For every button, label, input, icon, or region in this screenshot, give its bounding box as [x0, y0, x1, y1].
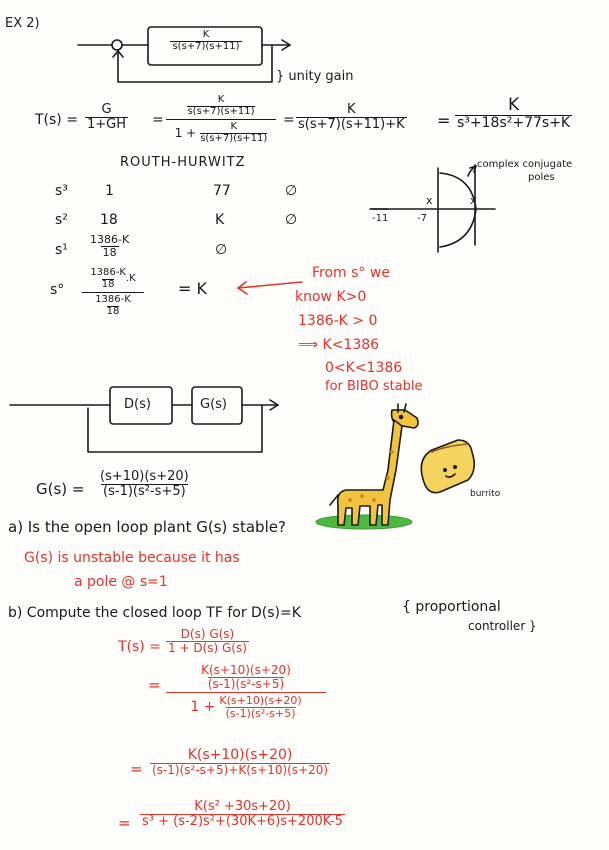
compound-top: K s(s+7)(s+11) [187, 94, 255, 117]
tf-final-num: K(s² +30s+20) [194, 799, 291, 814]
stability-note: 0<K<1386 [325, 360, 403, 376]
stability-note: ⟹ K<1386 [298, 337, 380, 353]
compound-bottom-prefix: 1 + [174, 125, 197, 140]
routh-cell: 18 [100, 212, 118, 228]
axis-tick-label: -11 [372, 213, 389, 224]
routh-s0-multiplier: .K [125, 272, 136, 284]
routh-s0-top-den: 18 [101, 278, 115, 290]
tf-general-num: D(s) G(s) [180, 627, 235, 641]
stability-note: From s° we [312, 265, 390, 281]
routh-cell: K [215, 212, 225, 228]
tf-bottom-prefix: 1 + [190, 698, 216, 715]
tf-final-fraction: K(s² +30s+20) s³ + (s-2)s²+(30K+6)s+200K… [140, 800, 345, 828]
controller-note: { proportional [402, 599, 501, 615]
tf-compound-fraction: K(s+10)(s+20) (s-1)(s²-s+5) 1 + K(s+10)(… [166, 664, 326, 719]
characteristic-numerator: K [507, 95, 520, 115]
routh-cell: ∅ [285, 183, 298, 199]
plant-fraction: (s+10)(s+20) (s-1)(s²-s+5) [98, 470, 191, 498]
routh-row-label: s² [55, 212, 68, 228]
tf-lhs: T(s) = [118, 639, 161, 655]
compound-fraction: K s(s+7)(s+11) 1 + K s(s+7)(s+11) [166, 94, 276, 144]
tf-expanded-den: (s-1)(s²-s+5)+K(s+10)(s+20) [150, 762, 331, 777]
plant-block-label: G(s) [200, 397, 227, 412]
reduced-numerator: K [347, 102, 356, 117]
notes-page: x x EX 2) K s(s+7)(s+11)} unity gain T(… [0, 0, 609, 850]
exercise-heading: EX 2) [5, 16, 40, 31]
tf-expanded-num: K(s+10)(s+20) [187, 747, 293, 763]
gh-denominator: 1+GH [85, 116, 129, 132]
equals-sign: = [148, 676, 161, 694]
routh-s0-result: = K [178, 279, 207, 298]
routh-s1-num: 1386-K [90, 233, 130, 246]
equals-sign: = [437, 111, 451, 130]
svg-text:x: x [470, 194, 477, 207]
reduced-denominator: s(s+7)(s+11)+K [296, 116, 407, 132]
routh-row-label: s³ [55, 183, 68, 199]
routh-s0-bot-num: 1386-K [95, 294, 131, 305]
tf-expanded-fraction: K(s+10)(s+20) (s-1)(s²-s+5)+K(s+10)(s+20… [150, 747, 331, 777]
unity-gain-note: } unity gain [276, 69, 354, 84]
compound-bottom-den: s(s+7)(s+11) [200, 132, 268, 144]
equals-sign: = [283, 112, 295, 128]
complex-poles-note-2: poles [528, 172, 555, 183]
tf-bottom-num: K(s+10)(s+20) [219, 694, 302, 708]
root-locus-sketch: x x [369, 164, 496, 253]
compound-top-den: s(s+7)(s+11) [187, 105, 255, 117]
routh-s1-den: 18 [100, 245, 119, 259]
gh-numerator: G [101, 102, 112, 117]
tf-general-den: 1 + D(s) G(s) [166, 640, 249, 655]
question-a: a) Is the open loop plant G(s) stable? [8, 518, 286, 536]
plant-lhs: G(s) = [36, 480, 85, 498]
plant-denominator: (s-1)(s²-s+5) [101, 483, 188, 499]
axis-tick-label: -7 [417, 213, 427, 224]
equals-sign: = [118, 814, 131, 832]
characteristic-fraction: K s³+18s²+77s+K [455, 95, 573, 131]
gh-fraction: G 1+GH [85, 102, 129, 132]
routh-s0-fraction: 1386-K 18 .K 1386-K 18 [82, 267, 144, 317]
compound-bottom-num: K [230, 121, 238, 132]
routh-s0-bot-den: 18 [106, 305, 120, 317]
routh-s1-fraction: 1386-K 18 [88, 234, 131, 258]
answer-a-line1: G(s) is unstable because it has [24, 550, 240, 566]
routh-cell: ∅ [215, 242, 228, 258]
routh-s0-top-num: 1386-K [90, 267, 126, 278]
red-arrow [237, 281, 303, 295]
question-b: b) Compute the closed loop TF for D(s)=K [8, 605, 301, 621]
plant-numerator: (s+10)(s+20) [100, 469, 189, 484]
tf-bottom-den: (s-1)(s²-s+5) [225, 706, 296, 720]
routh-cell: 1 [105, 183, 114, 199]
characteristic-denominator: s³+18s²+77s+K [455, 114, 573, 131]
burrito-doodle [420, 439, 476, 494]
burrito-label: burrito [470, 489, 501, 499]
controller-block-label: D(s) [124, 397, 151, 412]
complex-poles-note: complex conjugate [477, 159, 573, 170]
svg-text:x: x [426, 194, 433, 207]
routh-title: ROUTH-HURWITZ [120, 155, 246, 170]
routh-row-label: s° [50, 282, 65, 298]
stability-note: for BIBO stable [325, 379, 423, 394]
block1-denominator: s(s+7)(s+11) [170, 40, 242, 52]
tf-general-fraction: D(s) G(s) 1 + D(s) G(s) [166, 628, 249, 654]
controller-note-2: controller } [468, 619, 537, 633]
stability-note: 1386-K > 0 [298, 313, 378, 329]
giraffe-doodle [315, 403, 419, 530]
answer-a-line2: a pole @ s=1 [74, 574, 168, 590]
routh-cell: 77 [213, 183, 231, 199]
tf-top-num: K(s+10)(s+20) [201, 663, 291, 677]
tf-top-den: (s-1)(s²-s+5) [207, 676, 285, 691]
block1-numerator: K [202, 29, 210, 40]
equals-sign: = [130, 760, 143, 778]
routh-cell: ∅ [285, 212, 298, 228]
compound-bottom: 1 + K s(s+7)(s+11) [174, 121, 268, 144]
routh-row-label: s¹ [55, 242, 68, 258]
stability-note: know K>0 [295, 289, 367, 305]
compound-top-num: K [217, 94, 225, 105]
closed-loop-lhs: T(s) = [35, 112, 78, 128]
equals-sign: = [152, 112, 164, 128]
tf-final-den: s³ + (s-2)s²+(30K+6)s+200K-5 [140, 813, 345, 829]
reduced-fraction: K s(s+7)(s+11)+K [296, 103, 407, 131]
block1-transfer-function: K s(s+7)(s+11) [152, 29, 260, 52]
